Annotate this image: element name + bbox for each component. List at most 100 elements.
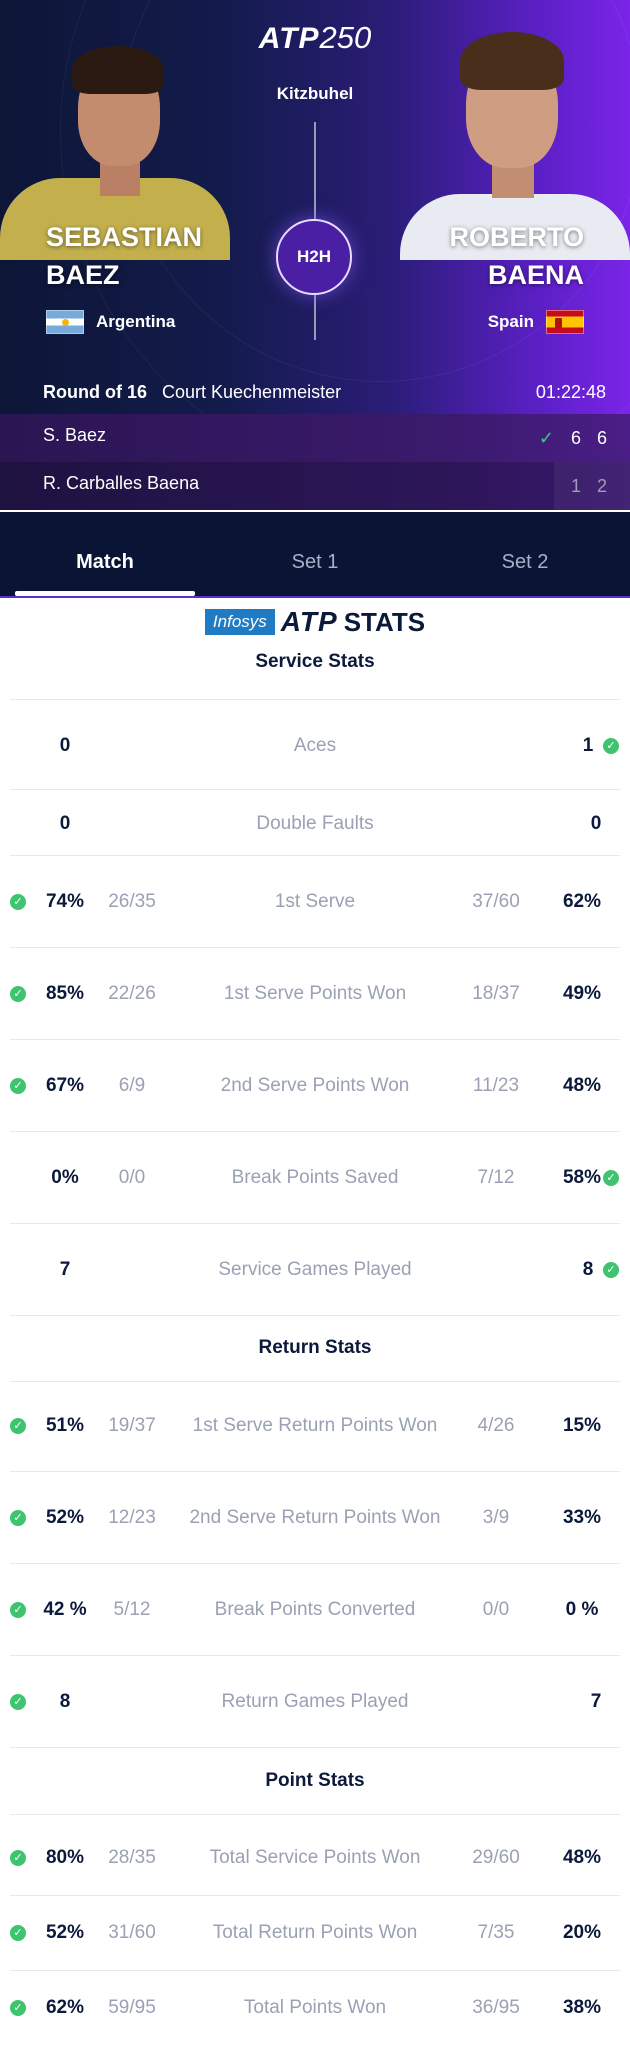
player1-fraction: 6/9	[118, 1075, 146, 1096]
player2-fraction: 0/0	[482, 1599, 510, 1620]
tab-set-1[interactable]: Set 1	[210, 512, 420, 596]
stat-row: ✓ 52% 31/60 Total Return Points Won 7/35 20%	[0, 1914, 630, 1954]
stat-label: Total Points Won	[243, 1997, 387, 2018]
check-icon: ✓	[603, 1262, 619, 1278]
section-title: Point Stats	[265, 1770, 365, 1791]
player1-value: 51%	[45, 1415, 85, 1436]
row-divider	[10, 1223, 620, 1224]
stat-label: 1st Serve Return Points Won	[192, 1415, 438, 1436]
player1-fraction: 5/12	[113, 1599, 151, 1620]
stat-row: 0% 0/0 Break Points Saved 7/12 58% ✓	[0, 1159, 630, 1199]
h2h-button[interactable]: H2H	[276, 219, 352, 295]
stat-row: 0 Aces 1 ✓	[0, 727, 630, 767]
player1-value: 62%	[45, 1997, 85, 2018]
player2-fraction: 11/23	[472, 1075, 520, 1096]
player2-fraction: 4/26	[477, 1415, 515, 1436]
stat-label: Double Faults	[256, 813, 374, 834]
player2-value: 38%	[562, 1997, 602, 2018]
scoreboard-row-player1: S. Baez ✓ 6 6	[0, 414, 630, 462]
check-icon: ✓	[10, 1850, 26, 1866]
player2-fraction: 37/60	[472, 891, 520, 912]
row-divider	[10, 947, 620, 948]
row-divider	[10, 1039, 620, 1040]
argentina-flag-icon	[46, 310, 84, 334]
active-tab-indicator	[15, 591, 195, 596]
stat-label: 2nd Serve Return Points Won	[189, 1507, 441, 1528]
check-icon: ✓	[603, 738, 619, 754]
player2-value: 49%	[562, 983, 602, 1004]
player1-value: 52%	[45, 1922, 85, 1943]
stat-label: Aces	[293, 735, 337, 756]
check-icon: ✓	[10, 1418, 26, 1434]
player1-fraction: 28/35	[108, 1847, 156, 1868]
player1-fraction: 26/35	[108, 891, 156, 912]
player1-country-label: Argentina	[96, 312, 176, 331]
player2-value: 0 %	[565, 1599, 599, 1620]
match-header: ATP250 Kitzbuhel H2H SEBASTIAN BAEZ ROBE…	[0, 0, 630, 418]
player1-value: 52%	[45, 1507, 85, 1528]
player2-fraction: 7/35	[477, 1922, 515, 1943]
infosys-atp-stats-logo: Infosys ATP STATS	[0, 606, 630, 638]
tab-match[interactable]: Match	[0, 512, 210, 596]
tabs-border	[0, 596, 630, 598]
player1-name[interactable]: SEBASTIAN BAEZ	[46, 218, 202, 294]
player1-value: 0	[59, 813, 71, 834]
stat-row: ✓ 62% 59/95 Total Points Won 36/95 38%	[0, 1989, 630, 2029]
stat-label: Total Service Points Won	[209, 1847, 421, 1868]
player1-value: 0%	[51, 1167, 79, 1188]
infosys-logo: Infosys	[204, 609, 275, 635]
set-score: 6	[570, 427, 581, 448]
player2-value: 48%	[562, 1075, 602, 1096]
player1-fraction: 31/60	[108, 1922, 156, 1943]
stat-row: ✓ 74% 26/35 1st Serve 37/60 62%	[0, 883, 630, 923]
player1-value: 42 %	[43, 1599, 87, 1620]
set-score: 2	[596, 475, 607, 496]
scoreboard-player2-name: R. Carballes Baena	[43, 473, 200, 493]
player2-fraction: 7/12	[477, 1167, 515, 1188]
player1-value: 80%	[45, 1847, 85, 1868]
player2-fraction: 3/9	[482, 1507, 510, 1528]
check-icon: ✓	[10, 2000, 26, 2016]
player2-name[interactable]: ROBERTO BAENA	[449, 218, 584, 294]
section-title: Service Stats	[255, 651, 375, 672]
row-divider	[10, 1747, 620, 1748]
stat-row: 0 Double Faults 0	[0, 805, 630, 845]
stat-label: Return Games Played	[221, 1691, 409, 1712]
player2-value: 15%	[562, 1415, 602, 1436]
player2-country: Spain	[488, 310, 584, 334]
stat-row: ✓ 52% 12/23 2nd Serve Return Points Won 3/9 3…	[0, 1499, 630, 1539]
stat-label: Break Points Converted	[214, 1599, 416, 1620]
set-score: 1	[570, 475, 581, 496]
section-title: Return Stats	[258, 1337, 372, 1358]
match-duration: 01:22:48	[535, 382, 606, 402]
player2-value: 33%	[562, 1507, 602, 1528]
tournament-name: Kitzbuhel	[276, 84, 354, 103]
player2-last-name: BAENA	[487, 260, 584, 290]
spain-flag-icon	[546, 310, 584, 334]
court-label: Court Kuechenmeister	[162, 382, 342, 402]
player2-country-label: Spain	[487, 312, 534, 331]
stat-row: ✓ 85% 22/26 1st Serve Points Won 18/37 49%	[0, 975, 630, 1015]
player2-value: 62%	[562, 891, 602, 912]
match-info: Round of 16 Court Kuechenmeister 01:22:4…	[0, 376, 630, 412]
tab-set-2[interactable]: Set 2	[420, 512, 630, 596]
atp-logo: ATP	[280, 606, 338, 637]
scoreboard-player1-name: S. Baez	[43, 425, 107, 445]
player1-country: Argentina	[46, 310, 175, 334]
atp-250-logo: ATP250	[258, 20, 372, 55]
player1-value: 67%	[45, 1075, 85, 1096]
row-divider	[10, 855, 620, 856]
player1-value: 85%	[45, 983, 85, 1004]
stat-row: ✓ 8 Return Games Played 7	[0, 1683, 630, 1723]
set-score: 6	[596, 427, 607, 448]
row-divider	[10, 1131, 620, 1132]
stat-label: 2nd Serve Points Won	[220, 1075, 410, 1096]
stat-label: 1st Serve Points Won	[223, 983, 407, 1004]
check-icon: ✓	[603, 1170, 619, 1186]
stat-label: Break Points Saved	[231, 1167, 399, 1188]
check-icon: ✓	[10, 1694, 26, 1710]
stats-tabs: Match Set 1 Set 2	[0, 512, 630, 596]
row-divider	[10, 1315, 620, 1316]
player2-value: 48%	[562, 1847, 602, 1868]
row-divider	[10, 789, 620, 790]
